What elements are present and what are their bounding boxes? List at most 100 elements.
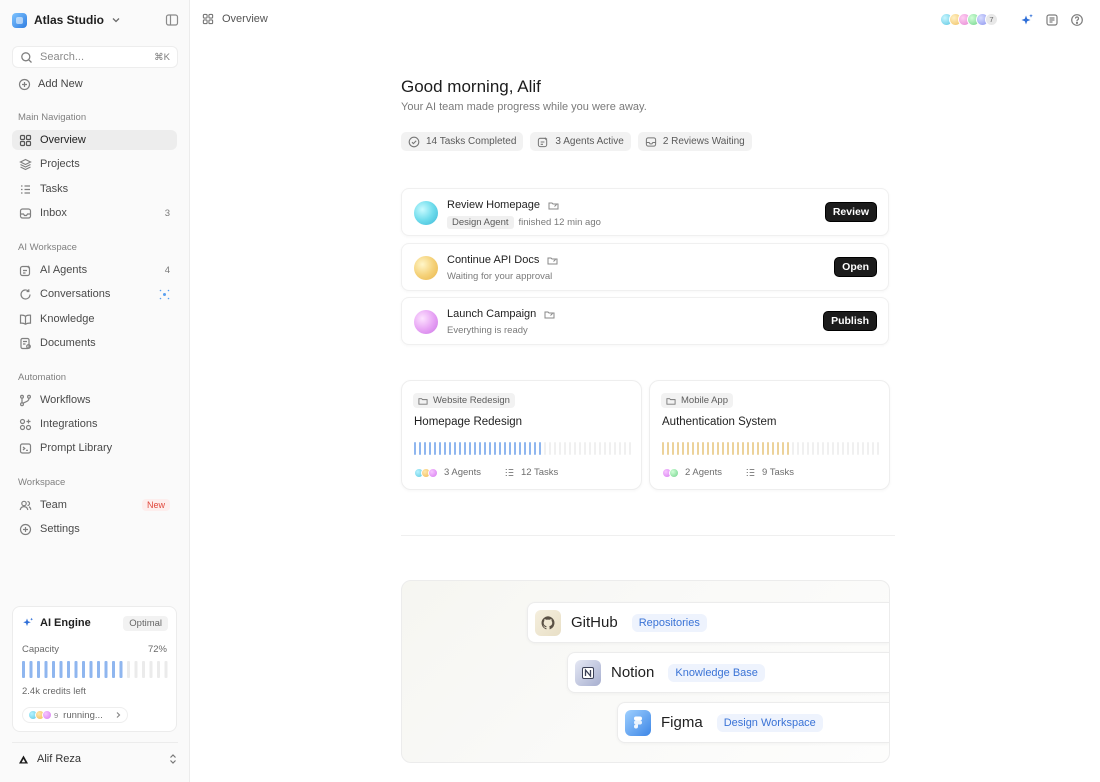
progress-segment-filled [429, 442, 431, 455]
progress-segment-filled [787, 442, 789, 455]
task-status: Waiting for your approval [447, 271, 553, 282]
progress-segment-empty [862, 442, 864, 455]
progress-segment-empty [127, 661, 130, 678]
integration-notion[interactable]: Notion Knowledge Base [567, 652, 889, 693]
project-progress [414, 442, 631, 455]
sidebar-item-overview[interactable]: Overview [12, 130, 177, 150]
main-content: Overview 7 Good morning, Alif Your AI te… [190, 0, 1100, 782]
progress-segment-filled [484, 442, 486, 455]
user-menu[interactable]: Alif Reza [12, 749, 178, 769]
progress-segment-empty [624, 442, 626, 455]
running-label: running... [63, 709, 103, 721]
sidebar-item-projects[interactable]: Projects [12, 154, 177, 174]
add-new-button[interactable]: Add New [12, 75, 178, 93]
progress-segment-empty [877, 442, 879, 455]
sidebar-item-label: Documents [40, 337, 96, 349]
workspace-switcher[interactable]: Atlas Studio [12, 11, 122, 29]
inbox-icon [645, 136, 656, 147]
progress-segment-empty [142, 661, 145, 678]
avatar [669, 467, 679, 478]
folder-icon [418, 397, 428, 405]
progress-segment-empty [867, 442, 869, 455]
user-name: Alif Reza [37, 753, 82, 765]
sidebar-item-team[interactable]: Team New [12, 495, 177, 515]
progress-segment-filled [499, 442, 501, 455]
sparkle-icon[interactable] [1020, 13, 1034, 27]
progress-segment-empty [549, 442, 551, 455]
sidebar-item-conversations[interactable]: Conversations [12, 284, 177, 304]
integration-figma[interactable]: Figma Design Workspace [617, 702, 889, 743]
publish-button[interactable]: Publish [823, 311, 877, 331]
sidebar-item-label: Prompt Library [40, 442, 113, 454]
figma-icon [625, 709, 651, 736]
sidebar-item-knowledge[interactable]: Knowledge [12, 309, 177, 329]
progress-segment-empty [589, 442, 591, 455]
sidebar-item-documents[interactable]: Documents [12, 333, 177, 353]
user-logo-icon [19, 755, 28, 763]
running-count: 9 [54, 710, 59, 720]
sidebar-item-prompt-library[interactable]: Prompt Library [12, 438, 177, 458]
integration-name: GitHub [571, 614, 618, 631]
project-agents-count: 2 Agents [685, 467, 722, 478]
project-meta: 2 Agents 9 Tasks [662, 467, 810, 478]
task-title-text: Launch Campaign [447, 308, 537, 320]
project-progress [662, 442, 879, 455]
workspace-name: Atlas Studio [34, 13, 105, 27]
agents-count: 4 [164, 264, 170, 276]
sidebar-item-ai-agents[interactable]: AI Agents 4 [12, 260, 177, 280]
search-input[interactable]: Search... ⌘K [12, 46, 178, 68]
capacity-row: Capacity 72% [22, 644, 167, 655]
sidebar-item-tasks[interactable]: Tasks [12, 179, 177, 199]
sidebar-item-label: Tasks [40, 183, 69, 195]
github-icon [535, 609, 561, 636]
check-circle-icon [408, 136, 420, 147]
progress-segment-empty [614, 442, 616, 455]
task-subtitle: Everything is ready [447, 325, 528, 336]
review-button[interactable]: Review [824, 202, 877, 222]
breadcrumb-current[interactable]: Overview [222, 13, 268, 25]
capacity-value: 72% [147, 644, 167, 655]
progress-segment-filled [82, 661, 85, 678]
task-status: finished 12 min ago [518, 217, 601, 228]
progress-segment-empty [164, 661, 168, 678]
project-card-homepage-redesign[interactable]: Website Redesign Homepage Redesign 3 Age… [401, 380, 642, 490]
integration-github[interactable]: GitHub Repositories [527, 602, 889, 643]
open-button[interactable]: Open [834, 257, 877, 277]
list-icon [746, 469, 755, 476]
sparkle-icon [23, 617, 33, 627]
agent-tag: Design Agent [447, 216, 514, 229]
section-title-ai-workspace: AI Workspace [18, 242, 77, 253]
project-agent-avatars [662, 467, 679, 478]
progress-segment-filled [697, 442, 699, 455]
notes-icon[interactable] [1045, 13, 1059, 27]
help-icon[interactable] [1070, 13, 1084, 27]
agent-orb [414, 256, 438, 280]
progress-segment-filled [539, 442, 541, 455]
greeting-title: Good morning, Alif [401, 77, 541, 96]
sidebar-item-inbox[interactable]: Inbox 3 [12, 203, 177, 223]
task-title-text: Continue API Docs [447, 254, 540, 266]
project-agent-avatars [414, 467, 438, 478]
new-badge: New [141, 499, 170, 511]
progress-segment-empty [837, 442, 839, 455]
section-divider [401, 535, 895, 536]
running-agent-avatars: 9 [28, 710, 58, 720]
progress-segment-empty [554, 442, 556, 455]
sidebar-toggle-icon[interactable] [165, 13, 179, 27]
search-placeholder: Search... [40, 51, 85, 63]
running-agents-pill[interactable]: 9 running... [22, 707, 128, 723]
sidebar-item-integrations[interactable]: Integrations [12, 414, 177, 434]
sidebar-item-settings[interactable]: Settings [12, 519, 177, 539]
task-card-launch-campaign: Launch Campaign Everything is ready Publ… [401, 297, 889, 345]
progress-segment-filled [119, 661, 123, 678]
project-card-authentication-system[interactable]: Mobile App Authentication System 2 Agent… [649, 380, 890, 490]
app-root: Atlas Studio Search... ⌘K Add New Main N… [0, 0, 1100, 782]
progress-segment-empty [857, 442, 859, 455]
team-avatars[interactable]: 7 [940, 13, 998, 26]
progress-segment-filled [22, 661, 25, 678]
progress-segment-filled [732, 442, 734, 455]
sidebar-item-workflows[interactable]: Workflows [12, 390, 177, 410]
project-tag-label: Mobile App [681, 395, 729, 406]
task-title: Review Homepage [447, 199, 559, 211]
progress-segment-empty [579, 442, 581, 455]
